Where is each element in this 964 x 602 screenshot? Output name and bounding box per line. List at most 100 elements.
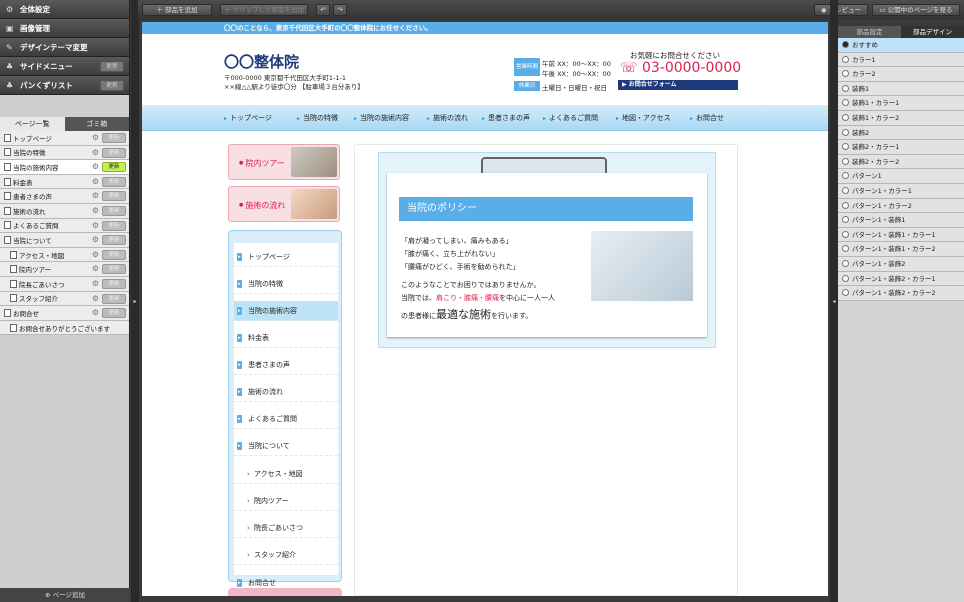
redo-button[interactable]: ↷ bbox=[333, 4, 347, 16]
gear-icon[interactable]: ⚙ bbox=[92, 206, 99, 215]
page-update-button[interactable]: 更新 bbox=[102, 191, 126, 202]
gear-icon[interactable]: ⚙ bbox=[92, 279, 99, 288]
design-option[interactable]: パターン1 bbox=[838, 169, 964, 184]
contact-form-button[interactable]: ▶ お問合せフォーム bbox=[618, 80, 738, 90]
page-list-item[interactable]: アクセス・地図 ⚙ 更新 bbox=[0, 247, 129, 263]
gear-icon[interactable]: ⚙ bbox=[92, 162, 99, 171]
add-part-button[interactable]: ＋ 部品を追加 bbox=[142, 4, 212, 16]
page-list-item[interactable]: 院内ツアー ⚙ 更新 bbox=[0, 262, 129, 277]
side-nav-item[interactable]: 施術の流れ bbox=[234, 382, 338, 402]
page-list-item[interactable]: 当院の特徴 ⚙ 更新 bbox=[0, 145, 129, 161]
global-nav-item[interactable]: よくあるご質問 bbox=[543, 105, 598, 131]
design-option[interactable]: パターン1・装飾1・カラー2 bbox=[838, 242, 964, 257]
gear-icon[interactable]: ⚙ bbox=[92, 191, 99, 200]
design-option[interactable]: 装飾2・カラー1 bbox=[838, 140, 964, 155]
page-list-item[interactable]: 当院の施術内容 ⚙ 更新 bbox=[0, 160, 129, 175]
design-option[interactable]: 装飾1 bbox=[838, 81, 964, 97]
page-list-item[interactable]: 当院について ⚙ 更新 bbox=[0, 233, 129, 248]
page-update-button[interactable]: 更新 bbox=[102, 249, 126, 260]
design-option[interactable]: パターン1・カラー2 bbox=[838, 198, 964, 214]
design-option[interactable]: パターン1・カラー1 bbox=[838, 183, 964, 199]
tab-trash[interactable]: ゴミ箱 bbox=[65, 117, 130, 131]
global-nav-item[interactable]: 当院の施術内容 bbox=[354, 105, 409, 131]
tab-part-design[interactable]: 部品デザイン bbox=[901, 26, 964, 38]
page-list-item[interactable]: 料金表 ⚙ 更新 bbox=[0, 174, 129, 190]
side-nav-item[interactable]: 院内ツアー bbox=[234, 491, 338, 511]
side-nav-item[interactable]: よくあるご質問 bbox=[234, 409, 338, 429]
design-option[interactable]: パターン1・装飾2 bbox=[838, 256, 964, 272]
page-update-button[interactable]: 更新 bbox=[102, 278, 126, 289]
global-nav-item[interactable]: 地図・アクセス bbox=[616, 105, 671, 131]
page-update-button[interactable]: 更新 bbox=[102, 264, 126, 275]
left-collapse-handle[interactable]: ▸ bbox=[131, 0, 139, 602]
side-nav-item[interactable]: 当院の施術内容 bbox=[234, 301, 338, 321]
design-option[interactable]: パターン1・装飾2・カラー2 bbox=[838, 286, 964, 301]
side-nav-item[interactable]: 患者さまの声 bbox=[234, 355, 338, 375]
page-list-item[interactable]: 施術の流れ ⚙ 更新 bbox=[0, 203, 129, 219]
gear-icon[interactable]: ⚙ bbox=[92, 264, 99, 273]
page-update-button[interactable]: 更新 bbox=[102, 176, 126, 187]
phone-number[interactable]: ☏ 03-0000-0000 bbox=[620, 60, 741, 76]
global-nav-item[interactable]: トップページ bbox=[224, 105, 272, 131]
global-nav-item[interactable]: 施術の流れ bbox=[427, 105, 468, 131]
page-update-button[interactable]: 更新 bbox=[102, 205, 126, 216]
design-option[interactable]: パターン1・装飾1・カラー1 bbox=[838, 227, 964, 243]
design-option[interactable]: 装飾2 bbox=[838, 125, 964, 141]
page-list-item[interactable]: トップページ ⚙ 更新 bbox=[0, 131, 129, 146]
left-menu-item[interactable]: ♣ サイドメニュー 更新 bbox=[0, 57, 129, 76]
page-update-button[interactable]: 更新 bbox=[102, 133, 126, 143]
gear-icon[interactable]: ⚙ bbox=[92, 294, 99, 303]
page-update-button[interactable]: 更新 bbox=[102, 147, 126, 158]
page-list-item[interactable]: 患者さまの声 ⚙ 更新 bbox=[0, 189, 129, 204]
global-nav-item[interactable]: 患者さまの声 bbox=[482, 105, 530, 131]
design-option[interactable]: パターン1・装飾1 bbox=[838, 213, 964, 228]
page-list-item[interactable]: 院長ごあいさつ ⚙ 更新 bbox=[0, 276, 129, 292]
design-option[interactable]: 装飾1・カラー2 bbox=[838, 110, 964, 126]
side-nav-item[interactable]: 当院について bbox=[234, 436, 338, 456]
page-list-item[interactable]: お問合せありがとうございます bbox=[0, 320, 129, 336]
preview-button[interactable]: ◉ プレビュー bbox=[814, 4, 868, 16]
design-option[interactable]: おすすめ bbox=[838, 38, 964, 53]
undo-button[interactable]: ↶ bbox=[316, 4, 330, 16]
side-nav-item[interactable]: 院長ごあいさつ bbox=[234, 518, 338, 538]
side-nav-item[interactable]: アクセス・地図 bbox=[234, 464, 338, 484]
design-option[interactable]: 装飾1・カラー1 bbox=[838, 96, 964, 111]
side-nav-item[interactable]: 料金表 bbox=[234, 328, 338, 348]
page-update-button[interactable]: 更新 bbox=[102, 162, 126, 173]
update-button[interactable]: 更新 bbox=[100, 61, 124, 72]
tab-page-list[interactable]: ページ一覧 bbox=[0, 117, 65, 131]
tab-part-settings[interactable]: 部品設定 bbox=[838, 26, 901, 38]
gear-icon[interactable]: ⚙ bbox=[92, 133, 99, 142]
page-update-button[interactable]: 更新 bbox=[102, 220, 126, 231]
gear-icon[interactable]: ⚙ bbox=[92, 250, 99, 259]
page-update-button[interactable]: 更新 bbox=[102, 235, 126, 246]
gear-icon[interactable]: ⚙ bbox=[92, 235, 99, 244]
global-nav-item[interactable]: お問合せ bbox=[690, 105, 724, 131]
side-banner-flow[interactable]: 施術の流れ bbox=[228, 186, 340, 222]
left-menu-item[interactable]: ⚙ 全体設定 bbox=[0, 0, 129, 19]
gear-icon[interactable]: ⚙ bbox=[92, 308, 99, 317]
gear-icon[interactable]: ⚙ bbox=[92, 177, 99, 186]
update-button[interactable]: 更新 bbox=[100, 80, 124, 91]
add-page-button[interactable]: ⊕ ページ追加 bbox=[0, 588, 130, 602]
design-option[interactable]: パターン1・装飾2・カラー1 bbox=[838, 271, 964, 287]
view-public-page-button[interactable]: ▭ 公開中のページを見る bbox=[872, 4, 960, 16]
page-list-item[interactable]: お問合せ ⚙ 更新 bbox=[0, 306, 129, 321]
global-nav-item[interactable]: 当院の特徴 bbox=[297, 105, 338, 131]
page-update-button[interactable]: 更新 bbox=[102, 308, 126, 319]
left-menu-item[interactable]: ▣ 画像管理 bbox=[0, 19, 129, 38]
gear-icon[interactable]: ⚙ bbox=[92, 221, 99, 230]
gear-icon[interactable]: ⚙ bbox=[92, 148, 99, 157]
page-update-button[interactable]: 更新 bbox=[102, 293, 126, 304]
page-list-item[interactable]: よくあるご質問 ⚙ 更新 bbox=[0, 218, 129, 234]
side-nav-item[interactable]: トップページ bbox=[234, 247, 338, 267]
side-banner-tour[interactable]: 院内ツアー bbox=[228, 144, 340, 180]
right-collapse-handle[interactable]: ◂ bbox=[830, 0, 838, 602]
left-menu-item[interactable]: ✎ デザインテーマ変更 bbox=[0, 38, 129, 57]
site-logo[interactable]: 〇〇整体院 bbox=[224, 51, 299, 72]
design-option[interactable]: 装飾2・カラー2 bbox=[838, 154, 964, 170]
design-option[interactable]: カラー2 bbox=[838, 67, 964, 82]
add-clipped-part-button[interactable]: ＋ クリップした部品を追加 bbox=[220, 4, 308, 16]
side-nav-item[interactable]: 当院の特徴 bbox=[234, 274, 338, 294]
left-menu-item[interactable]: ♣ パンくずリスト 更新 bbox=[0, 76, 129, 95]
